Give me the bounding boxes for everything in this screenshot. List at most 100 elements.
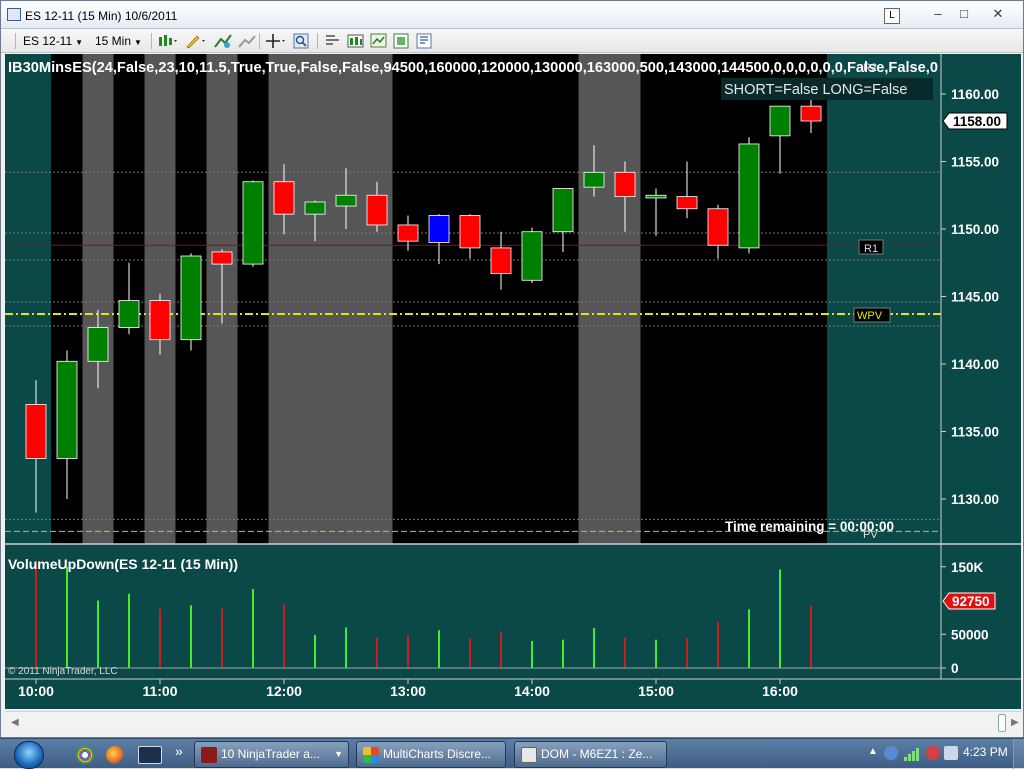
multicharts-icon	[363, 747, 379, 763]
taskbar: » 10 NinjaTrader a... ▼ MultiCharts Disc…	[0, 738, 1024, 769]
wpv-label: WPV	[857, 310, 883, 322]
strategies-icon[interactable]	[237, 33, 256, 49]
chart-canvas[interactable]: 1160.00 1155.00 1150.00 1145.00 1140.00 1135.…	[5, 54, 1021, 709]
chart-toolbar: ES 12-11 ▼ 15 Min ▼	[1, 29, 1023, 53]
r1-label: R1	[864, 243, 878, 255]
time-tick-label: 13:00	[390, 683, 426, 699]
time-tick-label: 16:00	[762, 683, 798, 699]
chart-properties-icon[interactable]	[323, 33, 339, 49]
tray-network-icon[interactable]	[884, 746, 898, 760]
interval-selector[interactable]: 15 Min ▼	[95, 33, 142, 49]
volume-panel-title: VolumeUpDown(ES 12-11 (15 Min))	[8, 556, 238, 572]
tray-volume-icon[interactable]	[944, 746, 958, 760]
task-dom[interactable]: DOM - M6EZ1 : Ze...	[514, 741, 667, 768]
volume-tick-label: 0	[951, 661, 959, 676]
candle-body	[149, 300, 171, 341]
candle-body	[428, 215, 450, 243]
chart-area[interactable]: 1160.00 1155.00 1150.00 1145.00 1140.00 1135.…	[5, 54, 1021, 709]
candle-body	[614, 171, 636, 198]
price-tick-label: 1150.00	[951, 222, 999, 237]
instrument-label: ES 12-11	[23, 34, 73, 48]
candle-body	[707, 208, 729, 246]
show-desktop-button[interactable]	[1013, 739, 1024, 769]
instrument-selector[interactable]: ES 12-11 ▼	[23, 33, 83, 49]
candle-body	[676, 196, 698, 210]
scroll-right-arrow-icon[interactable]: ▶	[1011, 717, 1019, 728]
candle-body	[335, 194, 357, 207]
drawing-tool-icon[interactable]	[185, 33, 205, 49]
interval-label: 15 Min	[95, 34, 132, 48]
candle-body	[273, 181, 295, 215]
bar-style-icon[interactable]	[157, 33, 177, 49]
export-icon[interactable]	[393, 33, 409, 49]
close-button[interactable]: ✕	[987, 7, 1009, 23]
task-label: MultiCharts Discre...	[383, 747, 492, 761]
price-tick-label: 1140.00	[951, 357, 999, 372]
time-tick-label: 11:00	[142, 683, 177, 699]
add-indicator-icon[interactable]	[213, 33, 232, 49]
candle-body	[521, 231, 543, 281]
time-tick-label: 10:00	[18, 683, 54, 699]
toolbar-separator	[15, 33, 16, 49]
data-box-icon[interactable]	[347, 33, 364, 49]
chart-window: ES 12-11 (15 Min) 10/6/2011 L – □ ✕ ES 1…	[0, 0, 1024, 738]
price-tick-label: 1130.00	[951, 492, 999, 507]
copyright-text: © 2011 NinjaTrader, LLC	[8, 666, 118, 677]
candle-body	[769, 105, 791, 137]
candle-body	[459, 215, 481, 249]
quicklaunch-overflow-icon[interactable]: »	[175, 743, 183, 759]
task-multicharts[interactable]: MultiCharts Discre...	[356, 741, 506, 768]
tray-security-icon[interactable]	[926, 746, 940, 760]
start-button[interactable]	[14, 741, 44, 769]
link-button[interactable]: L	[884, 8, 900, 24]
time-tick-label: 15:00	[638, 683, 674, 699]
candle-body	[738, 143, 760, 249]
firefox-icon[interactable]	[106, 746, 124, 764]
restore-button[interactable]: □	[953, 7, 975, 23]
candle-body	[397, 224, 419, 242]
toolbar-separator	[151, 33, 152, 49]
dom-icon	[521, 747, 537, 763]
toolbar-separator	[317, 33, 318, 49]
volume-tick-label: 50000	[951, 627, 989, 642]
candle-body	[800, 105, 822, 122]
price-tick-label: 1155.00	[951, 155, 999, 170]
chevron-down-icon: ▼	[75, 38, 84, 47]
candle-body	[211, 251, 233, 265]
chart-trader-icon[interactable]	[370, 33, 387, 49]
session-band	[268, 54, 393, 544]
taskbar-clock[interactable]: 4:23 PM	[963, 745, 1008, 759]
task-label: DOM - M6EZ1 : Ze...	[541, 747, 653, 761]
zoom-icon[interactable]	[293, 33, 309, 49]
window-title: ES 12-11 (15 Min) 10/6/2011	[25, 9, 178, 23]
scroll-left-arrow-icon[interactable]: ◀	[11, 717, 19, 728]
tray-signal-icon[interactable]	[904, 748, 922, 761]
templates-icon[interactable]	[416, 33, 432, 49]
time-remaining: Time remaining = 00:00:00	[725, 519, 894, 534]
price-tick-label: 1135.00	[951, 425, 999, 440]
tray-expand-icon[interactable]: ▲	[868, 746, 878, 757]
scrollbar-thumb[interactable]	[998, 714, 1006, 732]
show-desktop-app-icon[interactable]	[138, 746, 162, 764]
horizontal-scrollbar[interactable]: ◀ ▶	[5, 711, 1021, 733]
candle-body	[645, 194, 667, 199]
chevron-down-icon: ▼	[334, 749, 343, 759]
minimize-button[interactable]: –	[927, 7, 949, 23]
candle-body	[490, 247, 512, 274]
volume-last-label: 92750	[952, 594, 990, 609]
candle-body	[242, 181, 264, 265]
candle-body	[25, 404, 47, 459]
window-chart-icon	[7, 8, 21, 21]
last-price-label: 1158.00	[953, 114, 1001, 129]
time-tick-label: 14:00	[514, 683, 550, 699]
candle-body	[87, 327, 109, 362]
volume-tick-label: 150K	[951, 560, 984, 575]
title-bar[interactable]: ES 12-11 (15 Min) 10/6/2011 L – □ ✕	[1, 1, 1023, 29]
session-band	[578, 54, 641, 544]
chrome-icon[interactable]	[76, 746, 94, 764]
task-ninjatrader[interactable]: 10 NinjaTrader a... ▼	[194, 741, 349, 768]
price-tick-label: 1160.00	[951, 87, 999, 102]
candle-body	[180, 255, 202, 341]
indicator-header: IB30MinsES(24,False,23,10,11.5,True,True…	[8, 60, 938, 76]
crosshair-icon[interactable]	[265, 33, 285, 49]
